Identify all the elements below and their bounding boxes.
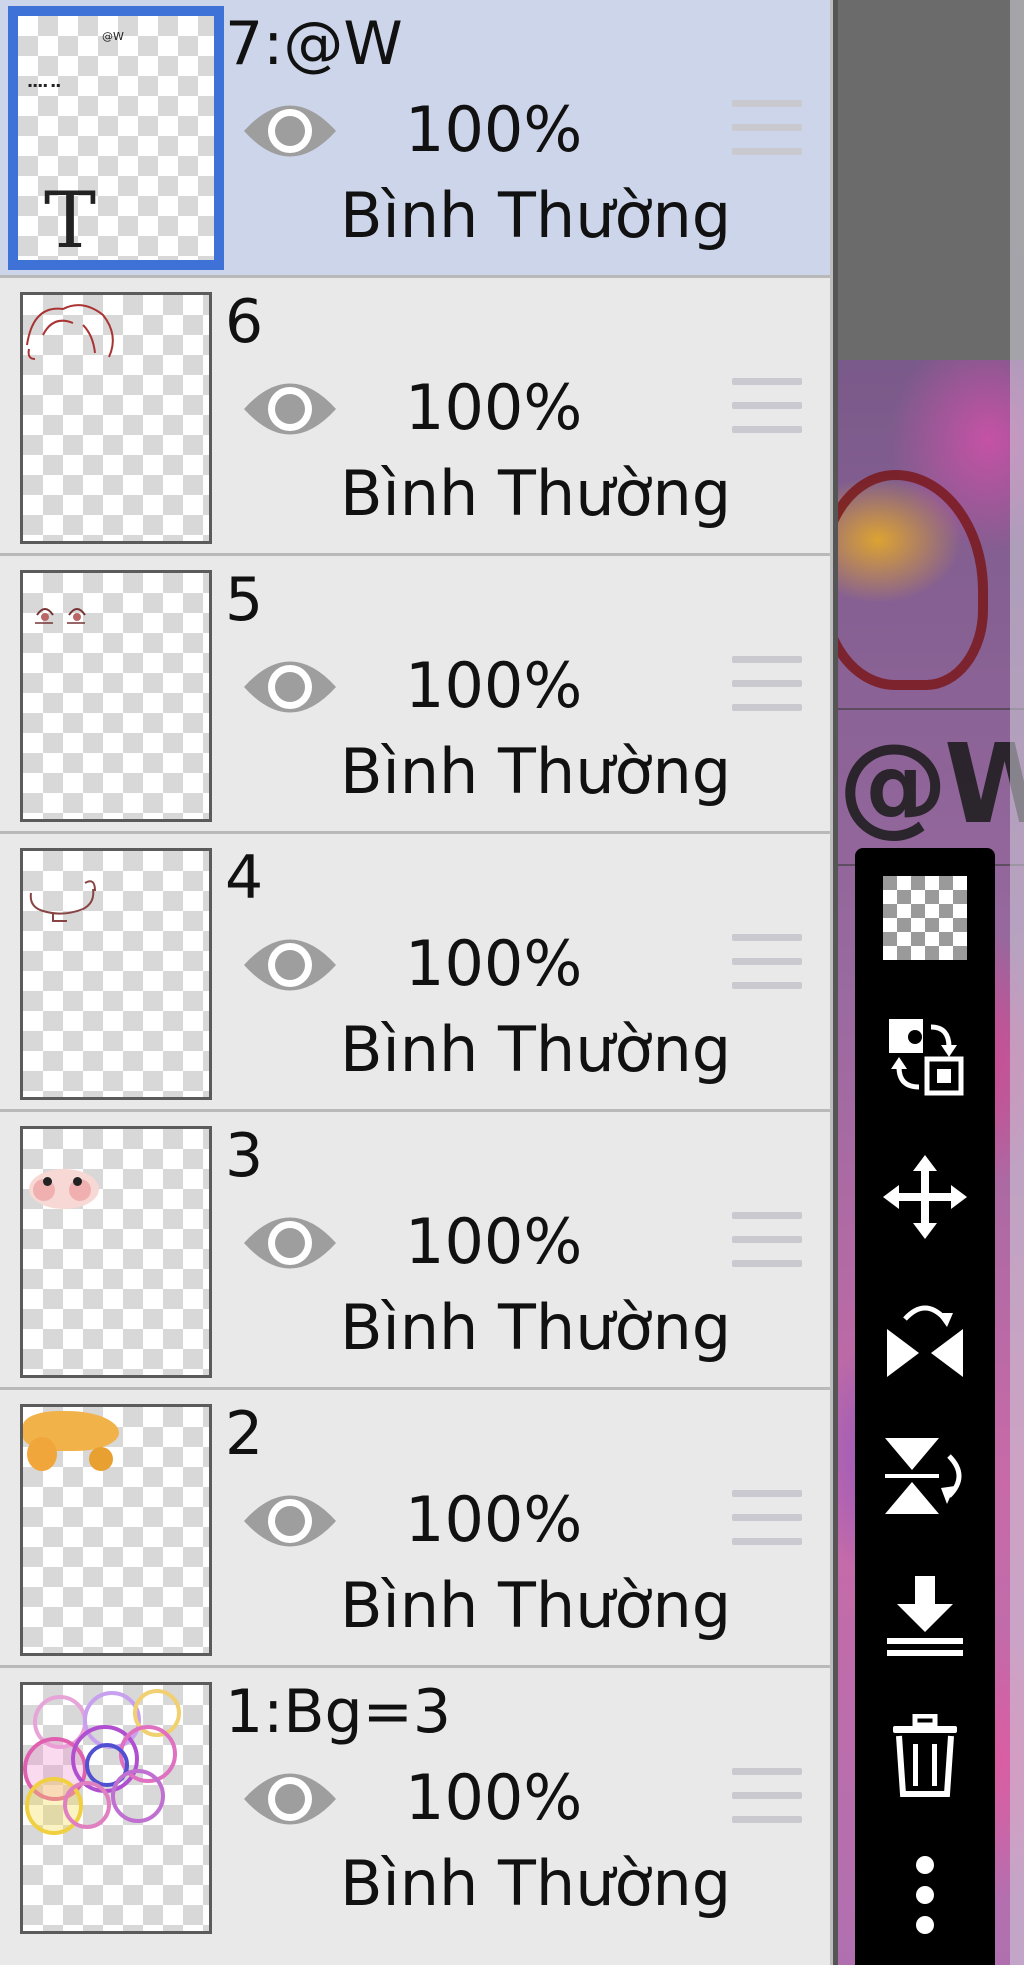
canvas-empty-area	[838, 0, 1024, 360]
eye-icon[interactable]	[240, 94, 340, 168]
layer-name: 2	[225, 1399, 264, 1469]
layer-row-3[interactable]: 3 100% Bình Thường	[0, 1112, 830, 1390]
layer-thumbnail[interactable]	[20, 1126, 212, 1378]
flip-vertical-icon	[885, 1438, 962, 1515]
blend-mode[interactable]: Bình Thường	[340, 1570, 731, 1642]
blend-mode[interactable]: Bình Thường	[340, 1014, 731, 1086]
layer-thumbnail[interactable]: @W ▪▪▪▪ ▪▪ T	[8, 6, 224, 270]
outline-thumb	[29, 880, 96, 922]
text-layer-icon: T	[44, 176, 97, 266]
hair-color-right	[89, 1447, 113, 1471]
bg-circle	[111, 1769, 165, 1823]
move-icon	[883, 1155, 967, 1240]
bg-circle	[63, 1781, 111, 1829]
drag-handle-icon[interactable]	[732, 378, 802, 438]
layer-name: 4	[225, 843, 264, 913]
thumb-caption: @W	[102, 30, 124, 43]
more-button[interactable]	[865, 1825, 985, 1965]
swap-layers-icon	[889, 1019, 964, 1096]
layer-panel: @W ▪▪▪▪ ▪▪ T 7:@W 100% Bình Thường 6 100…	[0, 0, 833, 1965]
canvas-divider	[838, 708, 1024, 710]
layer-row-4[interactable]: 4 100% Bình Thường	[0, 834, 830, 1112]
drag-handle-icon[interactable]	[732, 1768, 802, 1828]
layer-name: 3	[225, 1121, 264, 1191]
eye-dot-right	[73, 1177, 82, 1186]
eye-icon[interactable]	[240, 928, 340, 1002]
layer-name: 5	[225, 565, 264, 635]
layer-opacity[interactable]: 100%	[405, 651, 665, 721]
drag-handle-icon[interactable]	[732, 1212, 802, 1272]
layer-thumbnail[interactable]	[20, 1682, 212, 1934]
blend-mode[interactable]: Bình Thường	[340, 1848, 731, 1920]
drag-handle-icon[interactable]	[732, 934, 802, 994]
layer-toolbar	[855, 848, 995, 1965]
layer-opacity[interactable]: 100%	[405, 95, 665, 165]
eye-icon[interactable]	[240, 1762, 340, 1836]
layer-name: 1:Bg=3	[225, 1677, 452, 1747]
hair-color-left	[27, 1437, 57, 1471]
drag-handle-icon[interactable]	[732, 1490, 802, 1550]
layer-name: 6	[225, 287, 264, 357]
eyes-thumb	[35, 608, 86, 624]
flip-vertical-button[interactable]	[865, 1407, 985, 1547]
layer-thumbnail[interactable]	[20, 848, 212, 1100]
layer-row-7[interactable]: @W ▪▪▪▪ ▪▪ T 7:@W 100% Bình Thường	[0, 0, 830, 278]
layer-row-1[interactable]: 1:Bg=3 100% Bình Thường	[0, 1668, 830, 1965]
layer-thumbnail[interactable]	[20, 570, 212, 822]
layer-row-6[interactable]: 6 100% Bình Thường	[0, 278, 830, 556]
eye-icon[interactable]	[240, 372, 340, 446]
drag-handle-icon[interactable]	[732, 100, 802, 160]
flip-horizontal-button[interactable]	[865, 1267, 985, 1407]
eye-icon[interactable]	[240, 1484, 340, 1558]
layer-opacity[interactable]: 100%	[405, 1485, 665, 1555]
layer-opacity[interactable]: 100%	[405, 929, 665, 999]
layer-name: 7:@W	[225, 9, 403, 79]
eye-icon[interactable]	[240, 1206, 340, 1280]
canvas-edge	[1010, 0, 1024, 1965]
blend-mode[interactable]: Bình Thường	[340, 1292, 731, 1364]
blend-mode[interactable]: Bình Thường	[340, 458, 731, 530]
eye-dot-left	[43, 1177, 52, 1186]
transparency-button[interactable]	[865, 848, 985, 988]
hair-sketch-thumb	[26, 304, 114, 360]
layer-row-2[interactable]: 2 100% Bình Thường	[0, 1390, 830, 1668]
blend-mode[interactable]: Bình Thường	[340, 180, 731, 252]
more-icon	[916, 1856, 934, 1935]
move-button[interactable]	[865, 1127, 985, 1267]
layer-opacity[interactable]: 100%	[405, 1207, 665, 1277]
transparency-icon	[883, 875, 967, 960]
layer-row-5[interactable]: 5 100% Bình Thường	[0, 556, 830, 834]
delete-icon	[893, 1713, 957, 1797]
layer-opacity[interactable]: 100%	[405, 1763, 665, 1833]
swap-layers-button[interactable]	[865, 988, 985, 1128]
eye-icon[interactable]	[240, 650, 340, 724]
canvas-overlay-text: @W	[838, 720, 1024, 848]
layer-thumbnail[interactable]	[20, 292, 212, 544]
blend-mode[interactable]: Bình Thường	[340, 736, 731, 808]
layer-thumbnail[interactable]	[20, 1404, 212, 1656]
flip-horizontal-icon	[887, 1305, 963, 1377]
drag-handle-icon[interactable]	[732, 656, 802, 716]
merge-down-icon	[887, 1575, 963, 1656]
merge-down-button[interactable]	[865, 1546, 985, 1686]
delete-button[interactable]	[865, 1686, 985, 1826]
thumb-small-text: ▪▪▪▪ ▪▪	[28, 82, 62, 89]
layer-opacity[interactable]: 100%	[405, 373, 665, 443]
